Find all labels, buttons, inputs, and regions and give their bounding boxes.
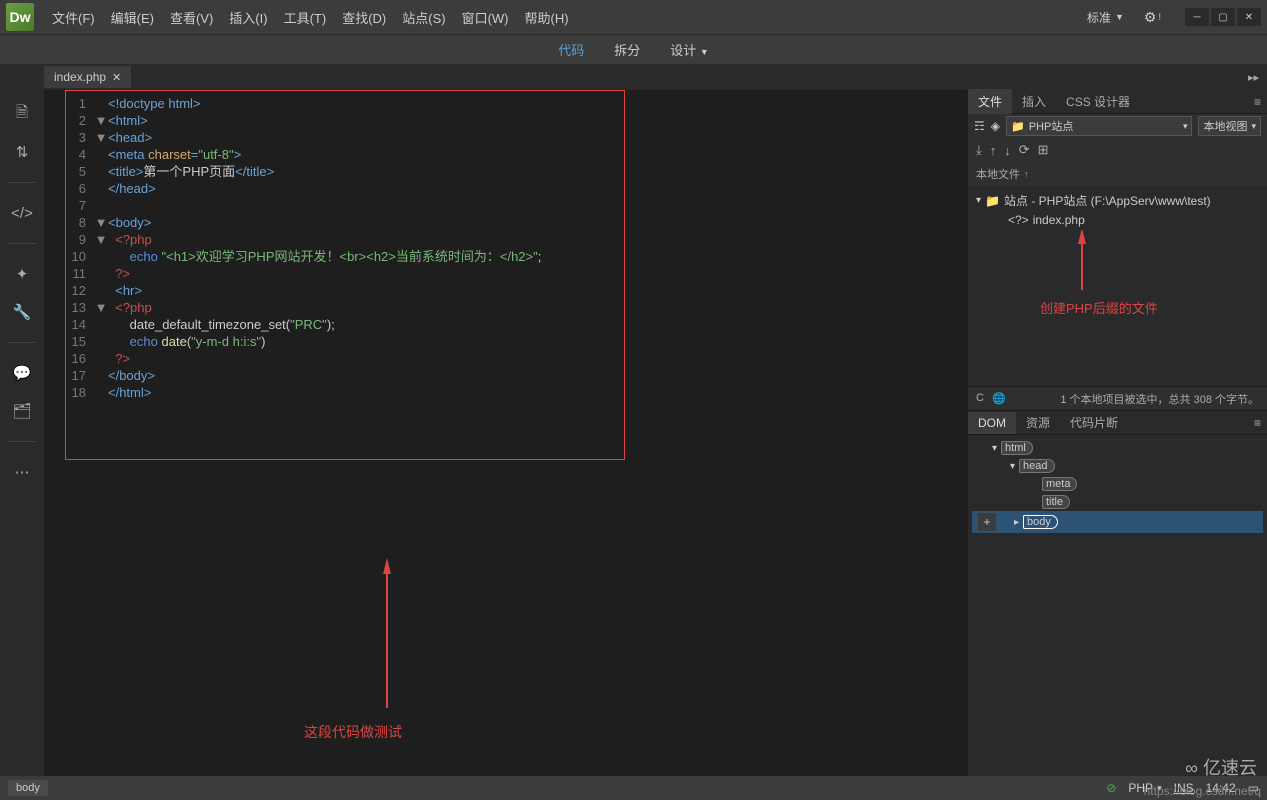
more-icon[interactable]: ⋯ xyxy=(12,462,32,482)
left-toolbar: 🗎 ⇅ </> ✦ 🔧 💬 🗂 ⋯ xyxy=(0,90,44,776)
code-line[interactable]: 8▼<body> xyxy=(66,214,624,231)
minimize-button[interactable]: ─ xyxy=(1185,8,1209,26)
define-server-icon[interactable]: ☶ xyxy=(974,119,985,133)
view-toolbar: 代码 拆分 设计 ▼ xyxy=(0,34,1267,64)
tab-label: index.php xyxy=(54,70,106,84)
code-line[interactable]: 4<meta charset="utf-8"> xyxy=(66,146,624,163)
tabbar-overflow[interactable]: ▸▸ xyxy=(1248,71,1267,84)
globe-icon[interactable]: 🌐 xyxy=(992,392,1006,405)
file-icon[interactable]: 🗎 xyxy=(12,104,32,124)
annotation-create-php: 创建PHP后缀的文件 xyxy=(1040,298,1158,317)
tree-root-row[interactable]: ▾📁站点 - PHP站点 (F:\AppServ\www\test) xyxy=(972,190,1263,211)
layers-icon[interactable]: 🗂 xyxy=(12,401,32,421)
dom-node-head[interactable]: ▾head xyxy=(972,457,1263,475)
view-split-button[interactable]: 拆分 xyxy=(608,36,646,63)
menu-item[interactable]: 窗口(W) xyxy=(454,2,517,33)
code-line[interactable]: 5<title>第一个PHP页面</title> xyxy=(66,163,624,180)
tree-file-row[interactable]: <?>index.php xyxy=(972,211,1263,229)
watermark-url: https://blog.csdn.net/q xyxy=(1144,784,1261,798)
dom-node-body[interactable]: +▸body xyxy=(972,511,1263,533)
git-icon[interactable]: ⇅ xyxy=(12,142,32,162)
code-line[interactable]: 2▼<html> xyxy=(66,112,624,129)
sync-icon[interactable]: ⟳ xyxy=(1019,142,1030,158)
statusbar: body ⊘ PHP ▾ INS 14:42 ▭ xyxy=(0,776,1267,800)
panel-tab-dom[interactable]: DOM xyxy=(968,412,1016,434)
code-line[interactable]: 7 xyxy=(66,197,624,214)
view-design-button[interactable]: 设计 ▼ xyxy=(664,36,715,63)
code-line[interactable]: 15 echo date("y-m-d h:i:s") xyxy=(66,333,624,350)
code-line[interactable]: 14 date_default_timezone_set("PRC"); xyxy=(66,316,624,333)
connect-icon[interactable]: ⤓ xyxy=(976,142,982,158)
code-line[interactable]: 1<!doctype html> xyxy=(66,95,624,112)
close-button[interactable]: ✕ xyxy=(1237,8,1261,26)
document-tabbar: index.php ✕ ▸▸ xyxy=(0,64,1267,90)
panel-tab-css[interactable]: CSS 设计器 xyxy=(1056,89,1140,114)
settings-icon[interactable]: ⚙! xyxy=(1138,5,1167,30)
code-line[interactable]: 10 echo "<h1>欢迎学习PHP网站开发！<br><h2>当前系统时间为… xyxy=(66,248,624,265)
code-line[interactable]: 3▼<head> xyxy=(66,129,624,146)
breadcrumb-body[interactable]: body xyxy=(8,780,48,796)
expand-icon[interactable]: ⊞ xyxy=(1038,142,1049,158)
menu-item[interactable]: 文件(F) xyxy=(44,2,103,33)
refresh-icon[interactable]: C xyxy=(976,392,984,405)
site-dropdown[interactable]: 📁PHP站点▾ xyxy=(1006,116,1192,136)
files-status-text: 1 个本地项目被选中，总共 308 个字节。 xyxy=(1060,391,1259,407)
code-line[interactable]: 9▼ <?php xyxy=(66,231,624,248)
menu-item[interactable]: 编辑(E) xyxy=(103,2,162,33)
menu-item[interactable]: 工具(T) xyxy=(276,2,335,33)
code-line[interactable]: 18</html> xyxy=(66,384,624,401)
dom-tree: ▾html ▾head meta title +▸body xyxy=(968,435,1267,537)
menu-item[interactable]: 帮助(H) xyxy=(517,2,577,33)
code-line[interactable]: 16 ?> xyxy=(66,350,624,367)
menubar: Dw 文件(F)编辑(E)查看(V)插入(I)工具(T)查找(D)站点(S)窗口… xyxy=(0,0,1267,34)
view-code-button[interactable]: 代码 xyxy=(552,36,590,63)
dom-node-meta[interactable]: meta xyxy=(972,475,1263,493)
code-line[interactable]: 12 <hr> xyxy=(66,282,624,299)
panel-tab-snippets[interactable]: 代码片断 xyxy=(1060,410,1128,435)
menu-item[interactable]: 插入(I) xyxy=(221,2,275,33)
panel-tab-insert[interactable]: 插入 xyxy=(1012,89,1056,114)
code-line[interactable]: 13▼ <?php xyxy=(66,299,624,316)
code-editor[interactable]: 1<!doctype html>2▼<html>3▼<head>4<meta c… xyxy=(44,90,967,776)
wand-icon[interactable]: ✦ xyxy=(12,264,32,284)
ftp-icon[interactable]: ◈ xyxy=(991,119,1000,133)
code-line[interactable]: 17</body> xyxy=(66,367,624,384)
dom-add-button[interactable]: + xyxy=(978,513,996,531)
view-dropdown[interactable]: 本地视图▾ xyxy=(1198,116,1261,136)
code-line[interactable]: 6</head> xyxy=(66,180,624,197)
watermark-logo: ∞ 亿速云 xyxy=(1185,754,1257,780)
document-tab[interactable]: index.php ✕ xyxy=(44,66,131,88)
dom-node-title[interactable]: title xyxy=(972,493,1263,511)
menu-item[interactable]: 查找(D) xyxy=(334,2,394,33)
code-highlight-box: 1<!doctype html>2▼<html>3▼<head>4<meta c… xyxy=(65,90,625,460)
menu-item[interactable]: 站点(S) xyxy=(394,2,453,33)
panel-tab-files[interactable]: 文件 xyxy=(968,89,1012,114)
local-files-header[interactable]: 本地文件 ↑ xyxy=(968,162,1267,186)
code-line[interactable]: 11 ?> xyxy=(66,265,624,282)
maximize-button[interactable]: ▢ xyxy=(1211,8,1235,26)
annotation-code-test: 这段代码做测试 xyxy=(304,722,402,742)
wrench-icon[interactable]: 🔧 xyxy=(12,302,32,322)
app-logo: Dw xyxy=(6,3,34,31)
layout-selector[interactable]: 标准 ▼ xyxy=(1081,5,1130,30)
tab-close-icon[interactable]: ✕ xyxy=(112,71,121,84)
code-icon[interactable]: </> xyxy=(12,203,32,223)
menu-item[interactable]: 查看(V) xyxy=(162,2,221,33)
dom-node-html[interactable]: ▾html xyxy=(972,439,1263,457)
panel-menu-icon[interactable]: ≡ xyxy=(1248,95,1267,109)
put-icon[interactable]: ↑ xyxy=(990,143,997,158)
file-tree: ▾📁站点 - PHP站点 (F:\AppServ\www\test) <?>in… xyxy=(968,186,1267,386)
get-icon[interactable]: ↓ xyxy=(1004,143,1011,158)
dom-panel-menu-icon[interactable]: ≡ xyxy=(1248,416,1267,430)
comment-icon[interactable]: 💬 xyxy=(12,363,32,383)
right-panel-group: 文件 插入 CSS 设计器 ≡ ☶ ◈ 📁PHP站点▾ 本地视图▾ ⤓ ↑ ↓ … xyxy=(967,90,1267,776)
files-status-bar: C 🌐 1 个本地项目被选中，总共 308 个字节。 xyxy=(968,386,1267,410)
status-ok-icon[interactable]: ⊘ xyxy=(1106,781,1116,795)
panel-tab-resources[interactable]: 资源 xyxy=(1016,410,1060,435)
